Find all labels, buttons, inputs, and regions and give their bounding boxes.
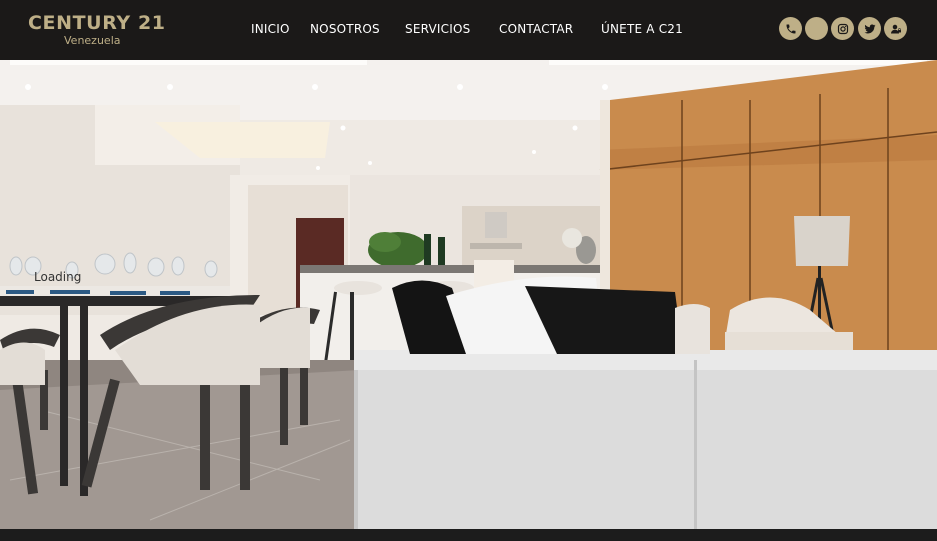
nav-item-inicio[interactable]: INICIO <box>251 22 290 36</box>
top-navbar: CENTURY 21 Venezuela INICIO NOSOTROS SER… <box>0 0 937 60</box>
nav-item-nosotros[interactable]: NOSOTROS <box>310 22 380 36</box>
hero-image: Loading <box>0 60 937 529</box>
loading-status: Loading <box>34 270 82 284</box>
user-account-icon[interactable] <box>884 17 907 40</box>
interior-photo <box>0 60 937 529</box>
phone-icon[interactable] <box>779 17 802 40</box>
nav-item-servicios[interactable]: SERVICIOS <box>405 22 470 36</box>
twitter-icon[interactable] <box>858 17 881 40</box>
century21-logo[interactable]: CENTURY 21 Venezuela <box>28 12 165 48</box>
bottom-bar <box>0 529 937 541</box>
blank-social-icon[interactable] <box>805 17 828 40</box>
nav-item-unete[interactable]: ÚNETE A C21 <box>601 22 683 36</box>
nav-item-contactar[interactable]: CONTACTAR <box>499 22 573 36</box>
logo-subtitle: Venezuela <box>64 34 121 47</box>
logo-brand-name: CENTURY 21 <box>28 12 166 34</box>
instagram-icon[interactable] <box>831 17 854 40</box>
